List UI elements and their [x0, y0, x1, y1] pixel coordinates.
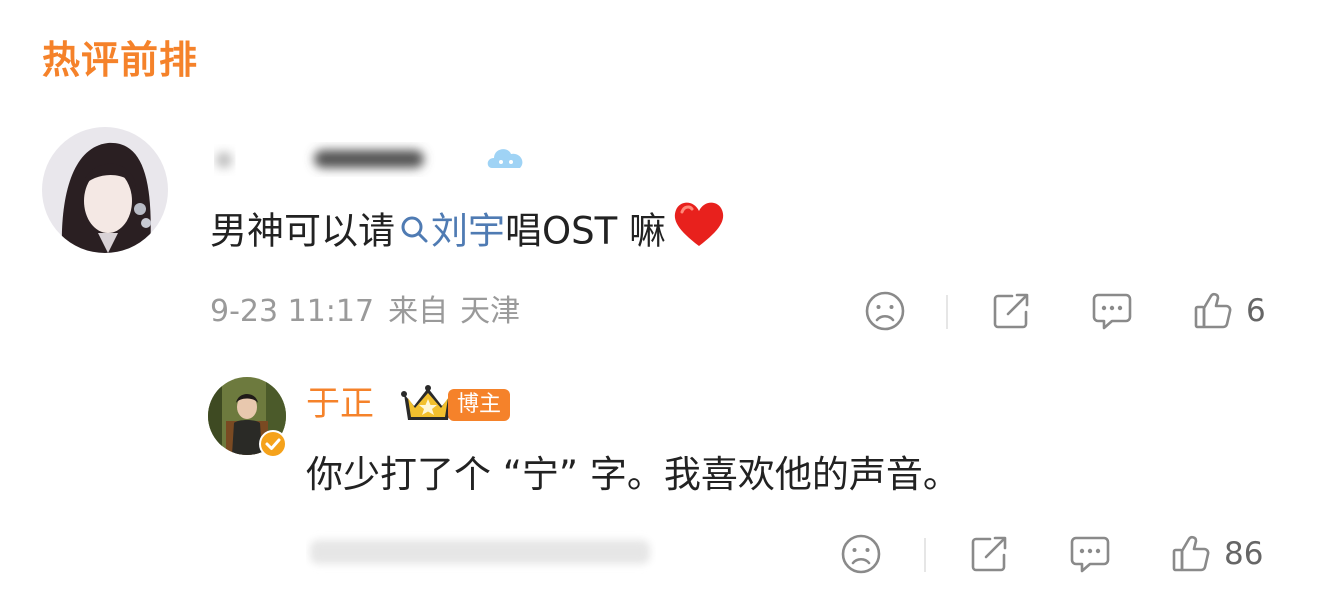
sad-face-icon	[865, 291, 905, 331]
blogger-tag: 博主	[448, 389, 511, 421]
comment-text: 男神可以请 刘宇唱OST 嘛	[210, 200, 726, 263]
like-button[interactable]: 6	[1192, 286, 1266, 336]
share-icon	[971, 536, 1007, 572]
dislike-button[interactable]	[840, 529, 882, 579]
thumbs-up-icon	[1172, 535, 1210, 572]
like-count: 6	[1246, 293, 1266, 329]
action-divider	[946, 295, 948, 329]
like-button[interactable]: 86	[1170, 529, 1263, 579]
level-badge-icon	[487, 149, 523, 168]
like-count: 86	[1224, 536, 1264, 572]
sad-face-icon	[841, 534, 881, 574]
heart-emoji-icon	[672, 200, 726, 263]
thumbs-up-icon	[1194, 292, 1232, 329]
reply-actions: 86	[838, 529, 1300, 579]
reply-button[interactable]	[1090, 286, 1134, 336]
comment-location: 天津	[460, 294, 521, 329]
location-label: 来自	[388, 294, 449, 329]
commenter-avatar[interactable]	[42, 127, 168, 253]
comment-icon	[1070, 536, 1110, 573]
reply-button[interactable]	[1068, 529, 1112, 579]
action-divider	[924, 538, 926, 572]
search-icon	[399, 205, 429, 259]
dislike-button[interactable]	[864, 286, 906, 336]
comment-text-suffix: 唱OST 嘛	[505, 209, 666, 253]
blogger-name[interactable]: 于正	[306, 380, 374, 428]
comment-meta: 9-23 11:17 来自 天津	[210, 290, 520, 334]
comment-actions: 6	[860, 286, 1300, 336]
mention-link[interactable]: 刘宇	[431, 210, 505, 253]
comment-icon	[1092, 293, 1132, 330]
share-button[interactable]	[990, 286, 1032, 336]
username-blurred[interactable]	[214, 142, 464, 178]
share-icon	[993, 293, 1029, 329]
comment-time: 9-23 11:17	[210, 294, 375, 329]
blurred-text	[310, 540, 650, 564]
reply-text: 你少打了个 “宁” 字。我喜欢他的声音。	[306, 453, 960, 496]
verified-icon	[259, 430, 287, 458]
share-button[interactable]	[968, 529, 1010, 579]
comment-text-prefix: 男神可以请	[210, 209, 395, 253]
section-title: 热评前排	[42, 38, 199, 82]
